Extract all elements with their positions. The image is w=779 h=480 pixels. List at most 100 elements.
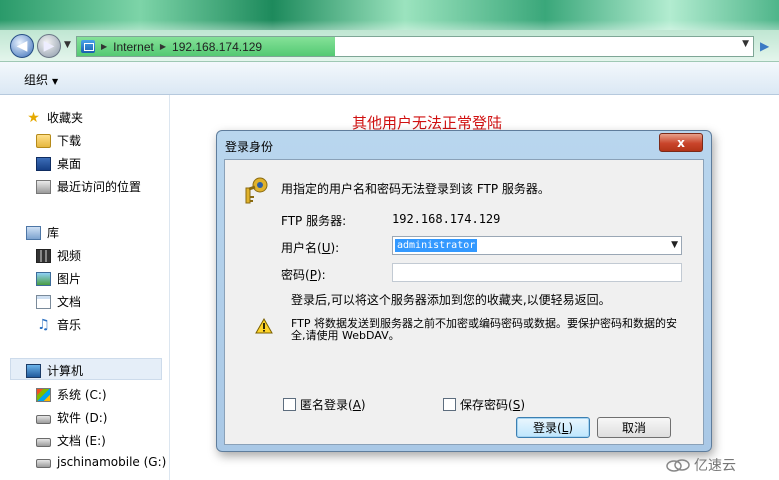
sidebar-item-desktop[interactable]: 桌面 (36, 155, 81, 172)
computer-icon (26, 363, 41, 378)
sidebar-item-libraries[interactable]: 库 (26, 224, 59, 241)
star-icon: ★ (27, 109, 40, 126)
sidebar-item-label: 音乐 (57, 318, 82, 332)
anonymous-login-text: 匿名登录 (300, 398, 349, 412)
server-value: 192.168.174.129 (392, 212, 501, 226)
sidebar-item-label: 下载 (57, 134, 82, 148)
address-dropdown-icon[interactable]: ▼ (742, 39, 749, 49)
server-label: FTP 服务器: (281, 214, 347, 228)
desktop-icon (36, 156, 51, 171)
sidebar-item-drive-d[interactable]: 软件 (D:) (36, 409, 107, 426)
password-label: 密码(P): (281, 268, 326, 282)
login-dialog: 登录身份 x 用指定的用户名和密码无法登录到该 FTP 服务器。 FTP 服务器… (216, 130, 712, 452)
music-note-icon: ♫ (37, 316, 50, 333)
close-button[interactable]: x (659, 133, 703, 152)
network-icon (81, 40, 95, 53)
login-button-label: 登录 (532, 421, 557, 435)
downloads-folder-icon (36, 133, 51, 148)
sidebar-item-documents[interactable]: 文档 (36, 293, 81, 310)
recent-pages-dropdown[interactable]: ▼ (64, 40, 71, 50)
sidebar-item-label: 桌面 (57, 157, 82, 171)
login-access-key: L (561, 420, 569, 435)
anonymous-access-key: A (352, 398, 361, 412)
login-button[interactable]: 登录(L) (516, 417, 590, 438)
sidebar-item-recent-places[interactable]: 最近访问的位置 (36, 178, 141, 195)
breadcrumb-separator-icon: ▶ (101, 42, 108, 51)
sidebar-item-label: 图片 (57, 272, 82, 286)
error-message: 用指定的用户名和密码无法登录到该 FTP 服务器。 (281, 182, 550, 196)
sidebar-item-label: 计算机 (47, 364, 84, 378)
system-drive-icon (36, 387, 51, 402)
sidebar-item-label: jschinamobile (G:) (57, 455, 167, 469)
password-field[interactable] (392, 263, 682, 282)
breadcrumb-host[interactable]: 192.168.174.129 (172, 40, 262, 54)
sidebar-item-computer[interactable]: 计算机 (26, 362, 83, 379)
command-bar: 组织 ▼ (0, 62, 779, 95)
hard-drive-icon (36, 437, 51, 447)
sidebar-item-drive-c[interactable]: 系统 (C:) (36, 386, 107, 403)
watermark-text: 亿速云 (694, 458, 736, 474)
chevron-down-icon[interactable]: ▼ (671, 240, 678, 250)
save-password-access-key: S (512, 398, 521, 412)
favorites-hint: 登录后,可以将这个服务器添加到您的收藏夹,以便轻易返回。 (291, 293, 611, 307)
sidebar-item-drive-g[interactable]: jschinamobile (G:) (36, 455, 166, 469)
sidebar-item-label: 最近访问的位置 (57, 180, 142, 194)
sidebar-item-downloads[interactable]: 下载 (36, 132, 81, 149)
back-arrow-icon: ◀ (16, 38, 28, 54)
security-warning: FTP 将数据发送到服务器之前不加密或编码密码或数据。要保护密码和数据的安全,请… (291, 317, 677, 342)
cancel-button[interactable]: 取消 (597, 417, 671, 438)
sidebar-item-favorites[interactable]: ★ 收藏夹 (26, 109, 83, 126)
hard-drive-icon (36, 414, 51, 424)
forward-arrow-icon: ▶ (43, 38, 55, 54)
chevron-down-icon: ▼ (52, 77, 59, 86)
watermark: 亿速云 (666, 455, 736, 475)
anonymous-login-checkbox[interactable]: 匿名登录(A) (283, 396, 366, 413)
breadcrumb-internet[interactable]: Internet (113, 40, 154, 54)
username-input-value[interactable]: administrator (395, 239, 478, 252)
breadcrumb-separator-icon: ▶ (159, 42, 167, 51)
sidebar-item-pictures[interactable]: 图片 (36, 270, 81, 287)
username-access-key: U (321, 241, 331, 255)
forward-button[interactable]: ▶ (37, 34, 61, 58)
sidebar-item-drive-e[interactable]: 文档 (E:) (36, 432, 106, 449)
anonymous-login-label: 匿名登录(A) (300, 398, 366, 412)
organize-button[interactable]: 组织 ▼ (24, 71, 58, 88)
password-access-key: P (309, 268, 317, 282)
username-label: 用户名(U): (281, 241, 340, 255)
checkbox-box[interactable] (283, 398, 296, 411)
document-library-icon (36, 294, 51, 309)
sidebar-item-music[interactable]: ♫ 音乐 (36, 316, 81, 333)
sidebar-item-label: 库 (47, 226, 60, 240)
sidebar-item-label: 视频 (57, 249, 82, 263)
save-password-text: 保存密码 (460, 398, 509, 412)
password-label-text: 密码 (281, 268, 306, 282)
save-password-label: 保存密码(S) (460, 398, 526, 412)
address-bar[interactable]: ▶ Internet ▶ 192.168.174.129 ▼ (76, 36, 754, 57)
username-combobox[interactable]: administrator ▼ (392, 236, 682, 255)
sidebar-item-label: 文档 (E:) (57, 434, 106, 448)
organize-label: 组织 (24, 73, 49, 87)
navigation-pane: ★ 收藏夹 下载 桌面 最近访问的位置 库 视频 图片 文档 ♫ 音乐 计算机 … (0, 95, 170, 480)
dialog-body: 用指定的用户名和密码无法登录到该 FTP 服务器。 FTP 服务器: 192.1… (224, 159, 704, 445)
hard-drive-icon (36, 459, 51, 468)
library-icon (26, 225, 41, 240)
sidebar-item-label: 收藏夹 (47, 111, 84, 125)
navigation-bar: ◀ ▶ ▼ ▶ Internet ▶ 192.168.174.129 ▼ ▶ (0, 30, 779, 62)
recent-places-icon (36, 179, 51, 194)
dialog-title: 登录身份 (225, 140, 274, 154)
warning-icon (255, 318, 273, 334)
save-password-checkbox[interactable]: 保存密码(S) (443, 396, 525, 413)
key-icon (245, 177, 268, 204)
video-library-icon (36, 248, 51, 263)
refresh-icon[interactable]: ▶ (760, 39, 769, 53)
sidebar-item-label: 软件 (D:) (57, 411, 108, 425)
picture-library-icon (36, 271, 51, 286)
cancel-button-label: 取消 (621, 421, 646, 435)
checkbox-box[interactable] (443, 398, 456, 411)
sidebar-item-videos[interactable]: 视频 (36, 247, 81, 264)
close-icon: x (677, 135, 685, 150)
sidebar-item-label: 文档 (57, 295, 82, 309)
window-title-bar (0, 0, 779, 30)
back-button[interactable]: ◀ (10, 34, 34, 58)
username-label-text: 用户名 (281, 241, 318, 255)
